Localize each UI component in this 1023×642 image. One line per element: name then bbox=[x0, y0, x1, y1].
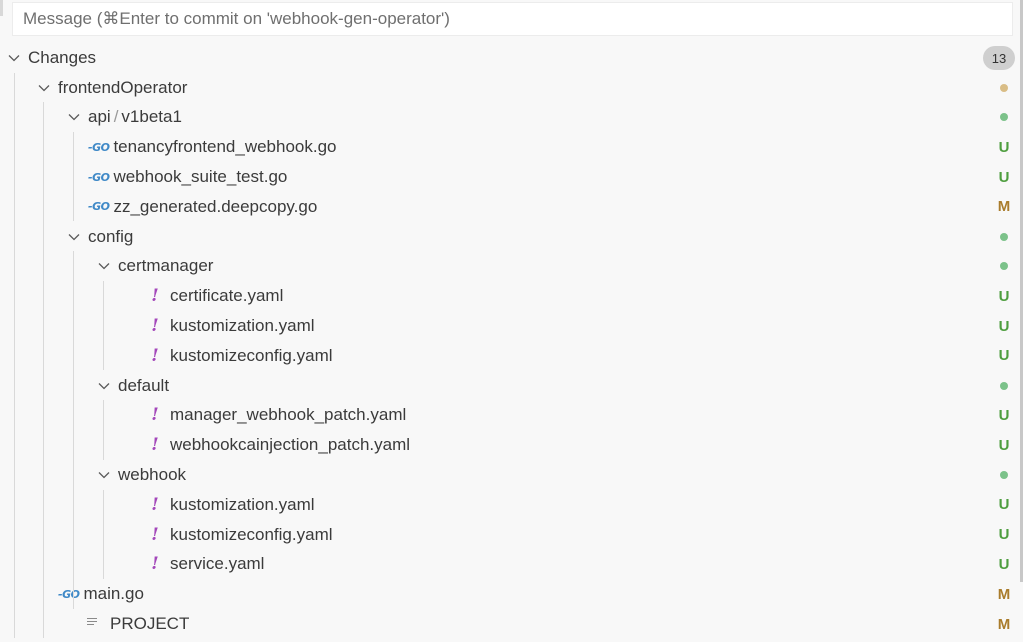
status-dot bbox=[997, 460, 1011, 490]
tree-item-label: webhook_suite_test.go bbox=[113, 167, 288, 187]
tree-file[interactable]: ! certificate.yaml U bbox=[0, 281, 1023, 311]
tree-folder[interactable]: default bbox=[0, 371, 1023, 401]
tree-item-label: certificate.yaml bbox=[170, 286, 284, 306]
git-status-badge: U bbox=[998, 317, 1010, 335]
chevron-down-icon[interactable] bbox=[6, 50, 22, 66]
tree-folder[interactable]: certmanager bbox=[0, 252, 1023, 282]
status-dot bbox=[997, 73, 1011, 103]
commit-message-input[interactable] bbox=[13, 3, 1012, 35]
chevron-down-icon[interactable] bbox=[96, 467, 112, 483]
tree-file[interactable]: PROJECT M bbox=[0, 609, 1023, 639]
yaml-file-icon: ! bbox=[151, 286, 159, 307]
tree-item-label: api / v1beta1 bbox=[88, 107, 182, 127]
indent-guide bbox=[103, 400, 104, 460]
tree-file[interactable]: -GO tenancyfrontend_webhook.go U bbox=[0, 132, 1023, 162]
tree-item-label: frontendOperator bbox=[58, 77, 188, 97]
git-status-badge: U bbox=[998, 406, 1010, 424]
changes-header[interactable]: Changes 13 bbox=[0, 43, 1023, 73]
chevron-down-icon[interactable] bbox=[36, 80, 52, 96]
changes-label: Changes bbox=[28, 47, 97, 67]
tree-item-label: kustomization.yaml bbox=[170, 316, 315, 336]
tree-item-label: default bbox=[118, 375, 170, 395]
tree-item-label: tenancyfrontend_webhook.go bbox=[113, 137, 337, 157]
go-file-icon: -GO bbox=[88, 140, 110, 154]
tree-item-label: kustomizeconfig.yaml bbox=[170, 345, 333, 365]
tree-item-label: manager_webhook_patch.yaml bbox=[170, 405, 407, 425]
tree-file[interactable]: ! kustomizeconfig.yaml U bbox=[0, 520, 1023, 550]
indent-guide bbox=[103, 490, 104, 579]
tree-file[interactable]: -GO main.go M bbox=[0, 579, 1023, 609]
yaml-file-icon: ! bbox=[151, 405, 159, 426]
git-status-badge: M bbox=[997, 615, 1011, 633]
git-status-badge: U bbox=[998, 496, 1010, 514]
chevron-down-icon[interactable] bbox=[66, 109, 82, 125]
status-dot bbox=[997, 371, 1011, 401]
yaml-file-icon: ! bbox=[151, 435, 159, 456]
git-status-badge: M bbox=[997, 585, 1011, 603]
yaml-file-icon: ! bbox=[151, 494, 159, 515]
indent-guide bbox=[103, 281, 104, 370]
yaml-file-icon: ! bbox=[151, 554, 159, 575]
tree-file[interactable]: ! webhookcainjection_patch.yaml U bbox=[0, 430, 1023, 460]
indent-guide bbox=[73, 132, 74, 221]
tree-item-label: webhookcainjection_patch.yaml bbox=[170, 435, 411, 455]
go-file-icon: -GO bbox=[88, 170, 110, 184]
left-edge bbox=[0, 0, 3, 16]
tree-item-label: main.go bbox=[83, 584, 144, 604]
tree-file[interactable]: ! kustomizeconfig.yaml U bbox=[0, 341, 1023, 371]
tree-file[interactable]: ! manager_webhook_patch.yaml U bbox=[0, 401, 1023, 431]
tree-file[interactable]: ! kustomization.yaml U bbox=[0, 490, 1023, 520]
indent-guide bbox=[73, 251, 74, 609]
git-status-badge: U bbox=[998, 436, 1010, 454]
status-dot bbox=[997, 222, 1011, 252]
git-status-badge: U bbox=[998, 347, 1010, 365]
chevron-down-icon[interactable] bbox=[96, 258, 112, 274]
tree-folder[interactable]: config bbox=[0, 222, 1023, 252]
yaml-file-icon: ! bbox=[151, 524, 159, 545]
git-status-badge: U bbox=[998, 138, 1010, 156]
changes-tree: Changes 13 frontendOperator api / v1beta1 -G… bbox=[0, 43, 1023, 639]
go-file-icon: -GO bbox=[58, 587, 80, 601]
tree-file[interactable]: ! service.yaml U bbox=[0, 550, 1023, 580]
chevron-down-icon[interactable] bbox=[96, 378, 112, 394]
go-file-icon: -GO bbox=[88, 200, 110, 214]
status-dot bbox=[997, 103, 1011, 133]
indent-guide bbox=[14, 73, 15, 638]
chevron-down-icon[interactable] bbox=[66, 229, 82, 245]
tree-item-label: PROJECT bbox=[110, 614, 190, 634]
git-status-badge: U bbox=[998, 526, 1010, 544]
tree-item-label: kustomizeconfig.yaml bbox=[170, 524, 333, 544]
tree-item-label: config bbox=[88, 226, 134, 246]
git-status-badge: U bbox=[998, 287, 1010, 305]
tree-item-label: certmanager bbox=[118, 256, 214, 276]
tree-file[interactable]: -GO webhook_suite_test.go U bbox=[0, 162, 1023, 192]
tree-item-label: service.yaml bbox=[170, 554, 265, 574]
tree-folder[interactable]: webhook bbox=[0, 460, 1023, 490]
commit-message-box[interactable] bbox=[12, 2, 1013, 36]
git-status-badge: U bbox=[998, 168, 1010, 186]
text-file-icon bbox=[86, 615, 104, 633]
tree-file[interactable]: -GO zz_generated.deepcopy.go M bbox=[0, 192, 1023, 222]
tree-file[interactable]: ! kustomization.yaml U bbox=[0, 311, 1023, 341]
tree-item-label: kustomization.yaml bbox=[170, 494, 315, 514]
changes-count-badge: 13 bbox=[983, 46, 1015, 70]
yaml-file-icon: ! bbox=[151, 345, 159, 366]
yaml-file-icon: ! bbox=[151, 316, 159, 337]
git-status-badge: M bbox=[997, 198, 1011, 216]
git-status-badge: U bbox=[998, 555, 1010, 573]
tree-folder[interactable]: api / v1beta1 bbox=[0, 103, 1023, 133]
status-dot bbox=[997, 252, 1011, 282]
tree-item-label: zz_generated.deepcopy.go bbox=[113, 196, 318, 216]
tree-folder[interactable]: frontendOperator bbox=[0, 73, 1023, 103]
tree-item-label: webhook bbox=[118, 465, 187, 485]
indent-guide bbox=[43, 102, 44, 638]
